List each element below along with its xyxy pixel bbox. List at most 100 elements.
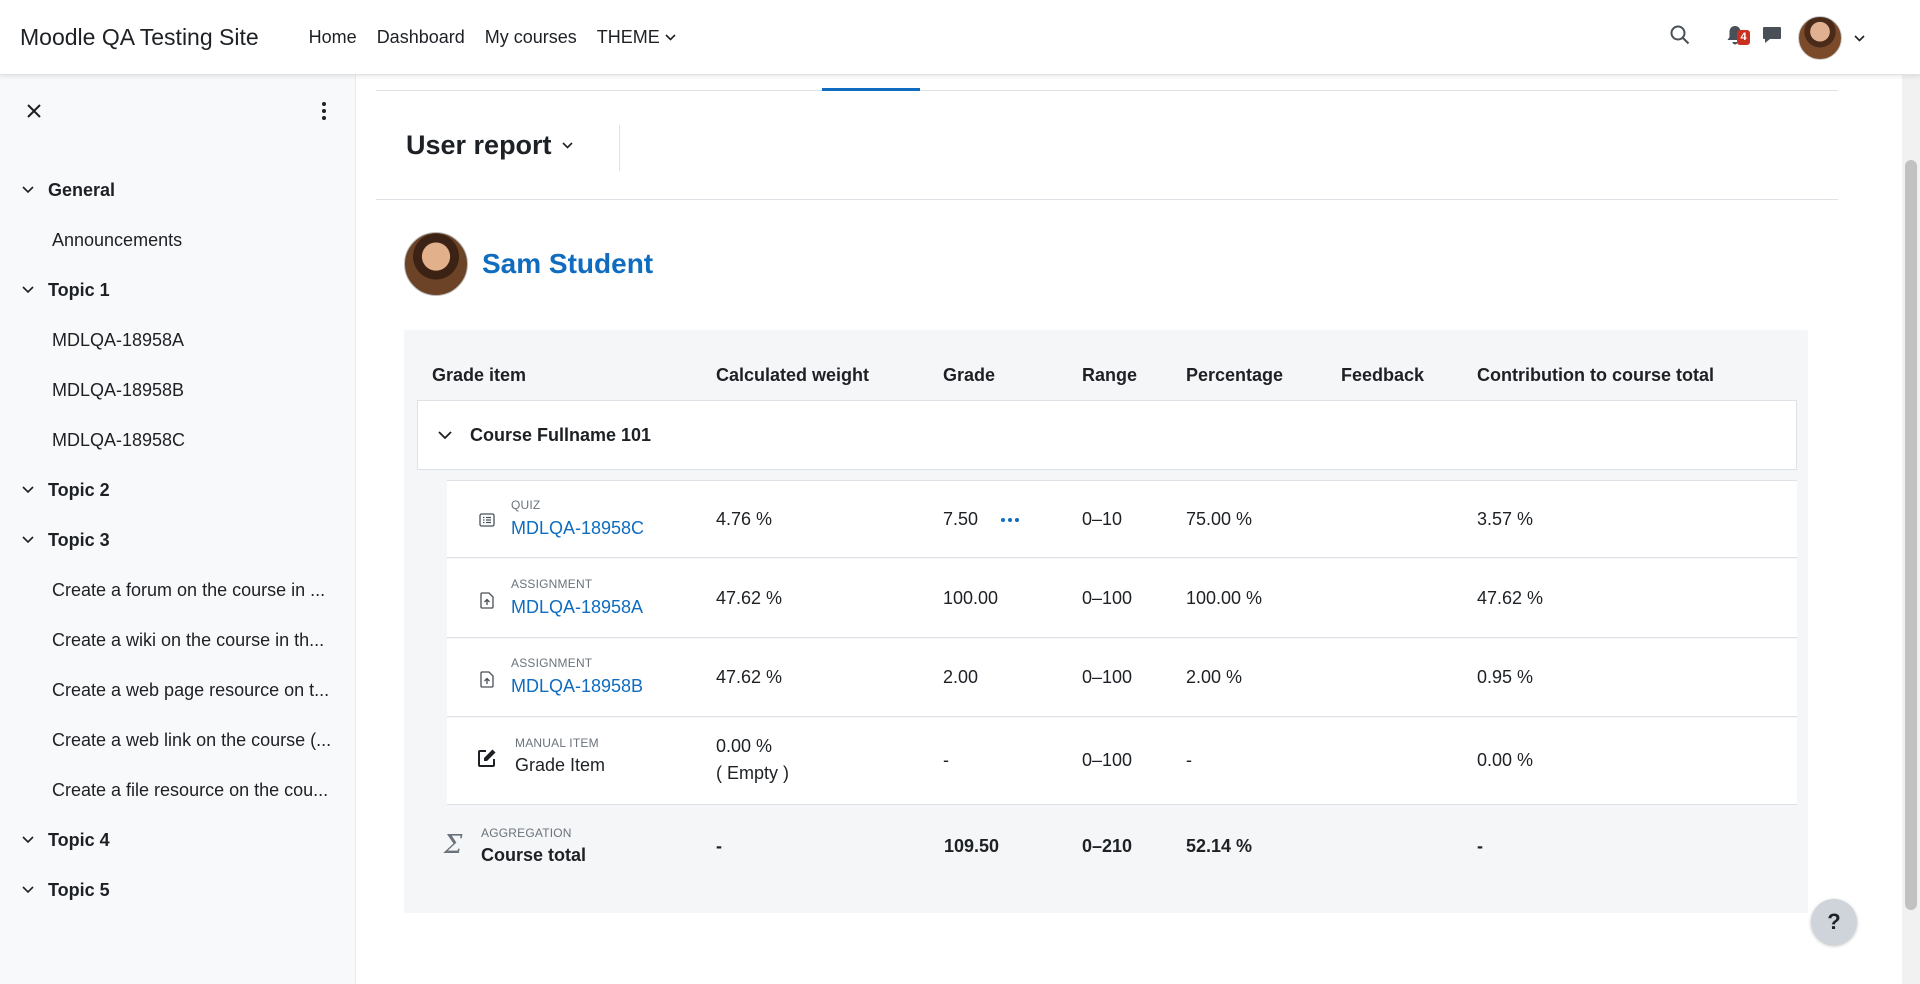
user-menu-toggle[interactable] — [1798, 16, 1865, 60]
chevron-down-icon — [665, 33, 676, 41]
percentage-value: - — [1186, 750, 1192, 770]
column-header-grade: Grade — [943, 365, 996, 385]
column-header-calculated-weight: Calculated weight — [716, 365, 870, 385]
course-index-item[interactable]: Create a wiki on the course in th... — [0, 615, 340, 665]
chevron-down-icon — [1854, 34, 1865, 42]
calculated-weight-note: ( Empty ) — [716, 763, 790, 783]
percentage-value: 75.00 % — [1186, 509, 1253, 529]
section-title: Topic 4 — [48, 829, 110, 850]
course-index-item[interactable]: MDLQA-18958C — [0, 415, 340, 465]
section-general[interactable]: General — [0, 165, 356, 215]
chevron-down-icon[interactable] — [438, 430, 456, 440]
contribution-value: 0.00 % — [1477, 750, 1534, 770]
calculated-weight: 47.62 % — [716, 667, 783, 687]
calculated-weight: 47.62 % — [716, 588, 783, 608]
percentage-value: 2.00 % — [1186, 667, 1243, 687]
item-type: ASSIGNMENT — [511, 577, 593, 591]
messages-button[interactable] — [1752, 18, 1792, 58]
message-icon — [1762, 26, 1782, 49]
contribution-value: - — [1477, 836, 1483, 856]
section-topic-3[interactable]: Topic 3 — [0, 515, 356, 565]
nav-theme-label: THEME — [596, 26, 660, 47]
grade-value: - — [943, 750, 949, 770]
nav-dashboard[interactable]: Dashboard — [367, 27, 475, 48]
grade-value: 100.00 — [943, 588, 999, 608]
range-value: 0–100 — [1082, 750, 1133, 770]
search-button[interactable] — [1660, 18, 1700, 58]
category-row: Course Fullname 101 — [417, 400, 1797, 470]
section-topic-1[interactable]: Topic 1 — [0, 265, 356, 315]
range-value: 0–100 — [1082, 588, 1133, 608]
nav-my-courses[interactable]: My courses — [475, 27, 587, 48]
quiz-icon — [477, 510, 497, 530]
table-row: MANUAL ITEM Grade Item 0.00 % ( Empty ) … — [447, 718, 1797, 805]
course-index-item[interactable]: MDLQA-18958B — [0, 365, 340, 415]
help-button[interactable]: ? — [1811, 899, 1857, 945]
course-index-item[interactable]: Create a file resource on the cou... — [0, 765, 340, 815]
chevron-down-icon[interactable] — [22, 836, 36, 844]
close-icon — [27, 103, 41, 123]
nav-theme-menu[interactable]: THEME — [587, 27, 686, 48]
item-type: QUIZ — [511, 498, 541, 512]
section-topic-4[interactable]: Topic 4 — [0, 815, 356, 865]
notifications-button[interactable]: 4 — [1715, 18, 1755, 58]
table-row: QUIZ MDLQA-18958C 4.76 % 7.50 0–10 75.00… — [447, 480, 1797, 558]
search-icon — [1670, 25, 1690, 50]
grade-value: 109.50 — [944, 836, 1000, 856]
item-type: ASSIGNMENT — [511, 656, 593, 670]
scrollbar-thumb[interactable] — [1905, 160, 1917, 910]
site-name[interactable]: Moodle QA Testing Site — [20, 24, 259, 51]
chevron-down-icon — [561, 142, 573, 149]
user-avatar[interactable] — [404, 232, 468, 296]
range-value: 0–100 — [1082, 667, 1133, 687]
main-content: User report Sam Student Grade item Calcu… — [356, 75, 1900, 984]
assignment-icon — [477, 590, 497, 610]
page-title: User report — [406, 130, 552, 160]
user-grade-table: Grade item Calculated weight Grade Range… — [404, 330, 1808, 913]
kebab-icon — [322, 101, 326, 125]
course-index-item[interactable]: Announcements — [0, 215, 340, 265]
grade-actions-menu[interactable] — [1001, 518, 1019, 522]
chevron-down-icon[interactable] — [22, 536, 36, 544]
section-title: Topic 5 — [48, 879, 110, 900]
nav-home[interactable]: Home — [299, 27, 367, 48]
section-topic-5[interactable]: Topic 5 — [0, 865, 356, 915]
course-index-options-button[interactable] — [312, 101, 336, 125]
calculated-weight: 4.76 % — [716, 509, 773, 529]
header-bottom-divider — [376, 199, 1838, 200]
grade-value: 7.50 — [943, 509, 979, 529]
column-header-feedback: Feedback — [1341, 365, 1425, 385]
table-row: ASSIGNMENT MDLQA-18958A 47.62 % 100.00 0… — [447, 559, 1797, 638]
percentage-value: 52.14 % — [1186, 836, 1253, 856]
item-type: AGGREGATION — [481, 826, 572, 840]
report-selector[interactable]: User report — [406, 130, 573, 161]
contribution-value: 47.62 % — [1477, 588, 1544, 608]
section-title: Topic 1 — [48, 279, 110, 300]
course-index-drawer: General Announcements Topic 1 MDLQA-1895… — [0, 75, 356, 984]
item-type: MANUAL ITEM — [515, 736, 599, 750]
close-drawer-button[interactable] — [22, 101, 46, 125]
chevron-down-icon[interactable] — [22, 486, 36, 494]
user-name-link[interactable]: Sam Student — [482, 248, 653, 280]
chevron-down-icon[interactable] — [22, 186, 36, 194]
edit-icon — [477, 748, 497, 768]
grade-item-link[interactable]: MDLQA-18958A — [511, 597, 643, 618]
column-header-range: Range — [1082, 365, 1138, 385]
course-index-item[interactable]: Create a web page resource on t... — [0, 665, 340, 715]
top-navbar: Moodle QA Testing Site Home Dashboard My… — [0, 0, 1920, 75]
chevron-down-icon[interactable] — [22, 286, 36, 294]
section-topic-2[interactable]: Topic 2 — [0, 465, 356, 515]
assignment-icon — [477, 669, 497, 689]
grade-item-link[interactable]: MDLQA-18958B — [511, 676, 643, 697]
column-header-percentage: Percentage — [1186, 365, 1284, 385]
grade-item-link[interactable]: MDLQA-18958C — [511, 518, 644, 539]
column-header-contribution: Contribution to course total — [1477, 365, 1714, 385]
table-row: ASSIGNMENT MDLQA-18958B 47.62 % 2.00 0–1… — [447, 639, 1797, 717]
avatar — [1798, 16, 1842, 60]
course-index-item[interactable]: Create a web link on the course (... — [0, 715, 340, 765]
column-header-grade-item: Grade item — [432, 365, 527, 385]
chevron-down-icon[interactable] — [22, 886, 36, 894]
course-index-item[interactable]: MDLQA-18958A — [0, 315, 340, 365]
course-index-item[interactable]: Create a forum on the course in ... — [0, 565, 340, 615]
page-scrollbar[interactable] — [1902, 75, 1920, 984]
